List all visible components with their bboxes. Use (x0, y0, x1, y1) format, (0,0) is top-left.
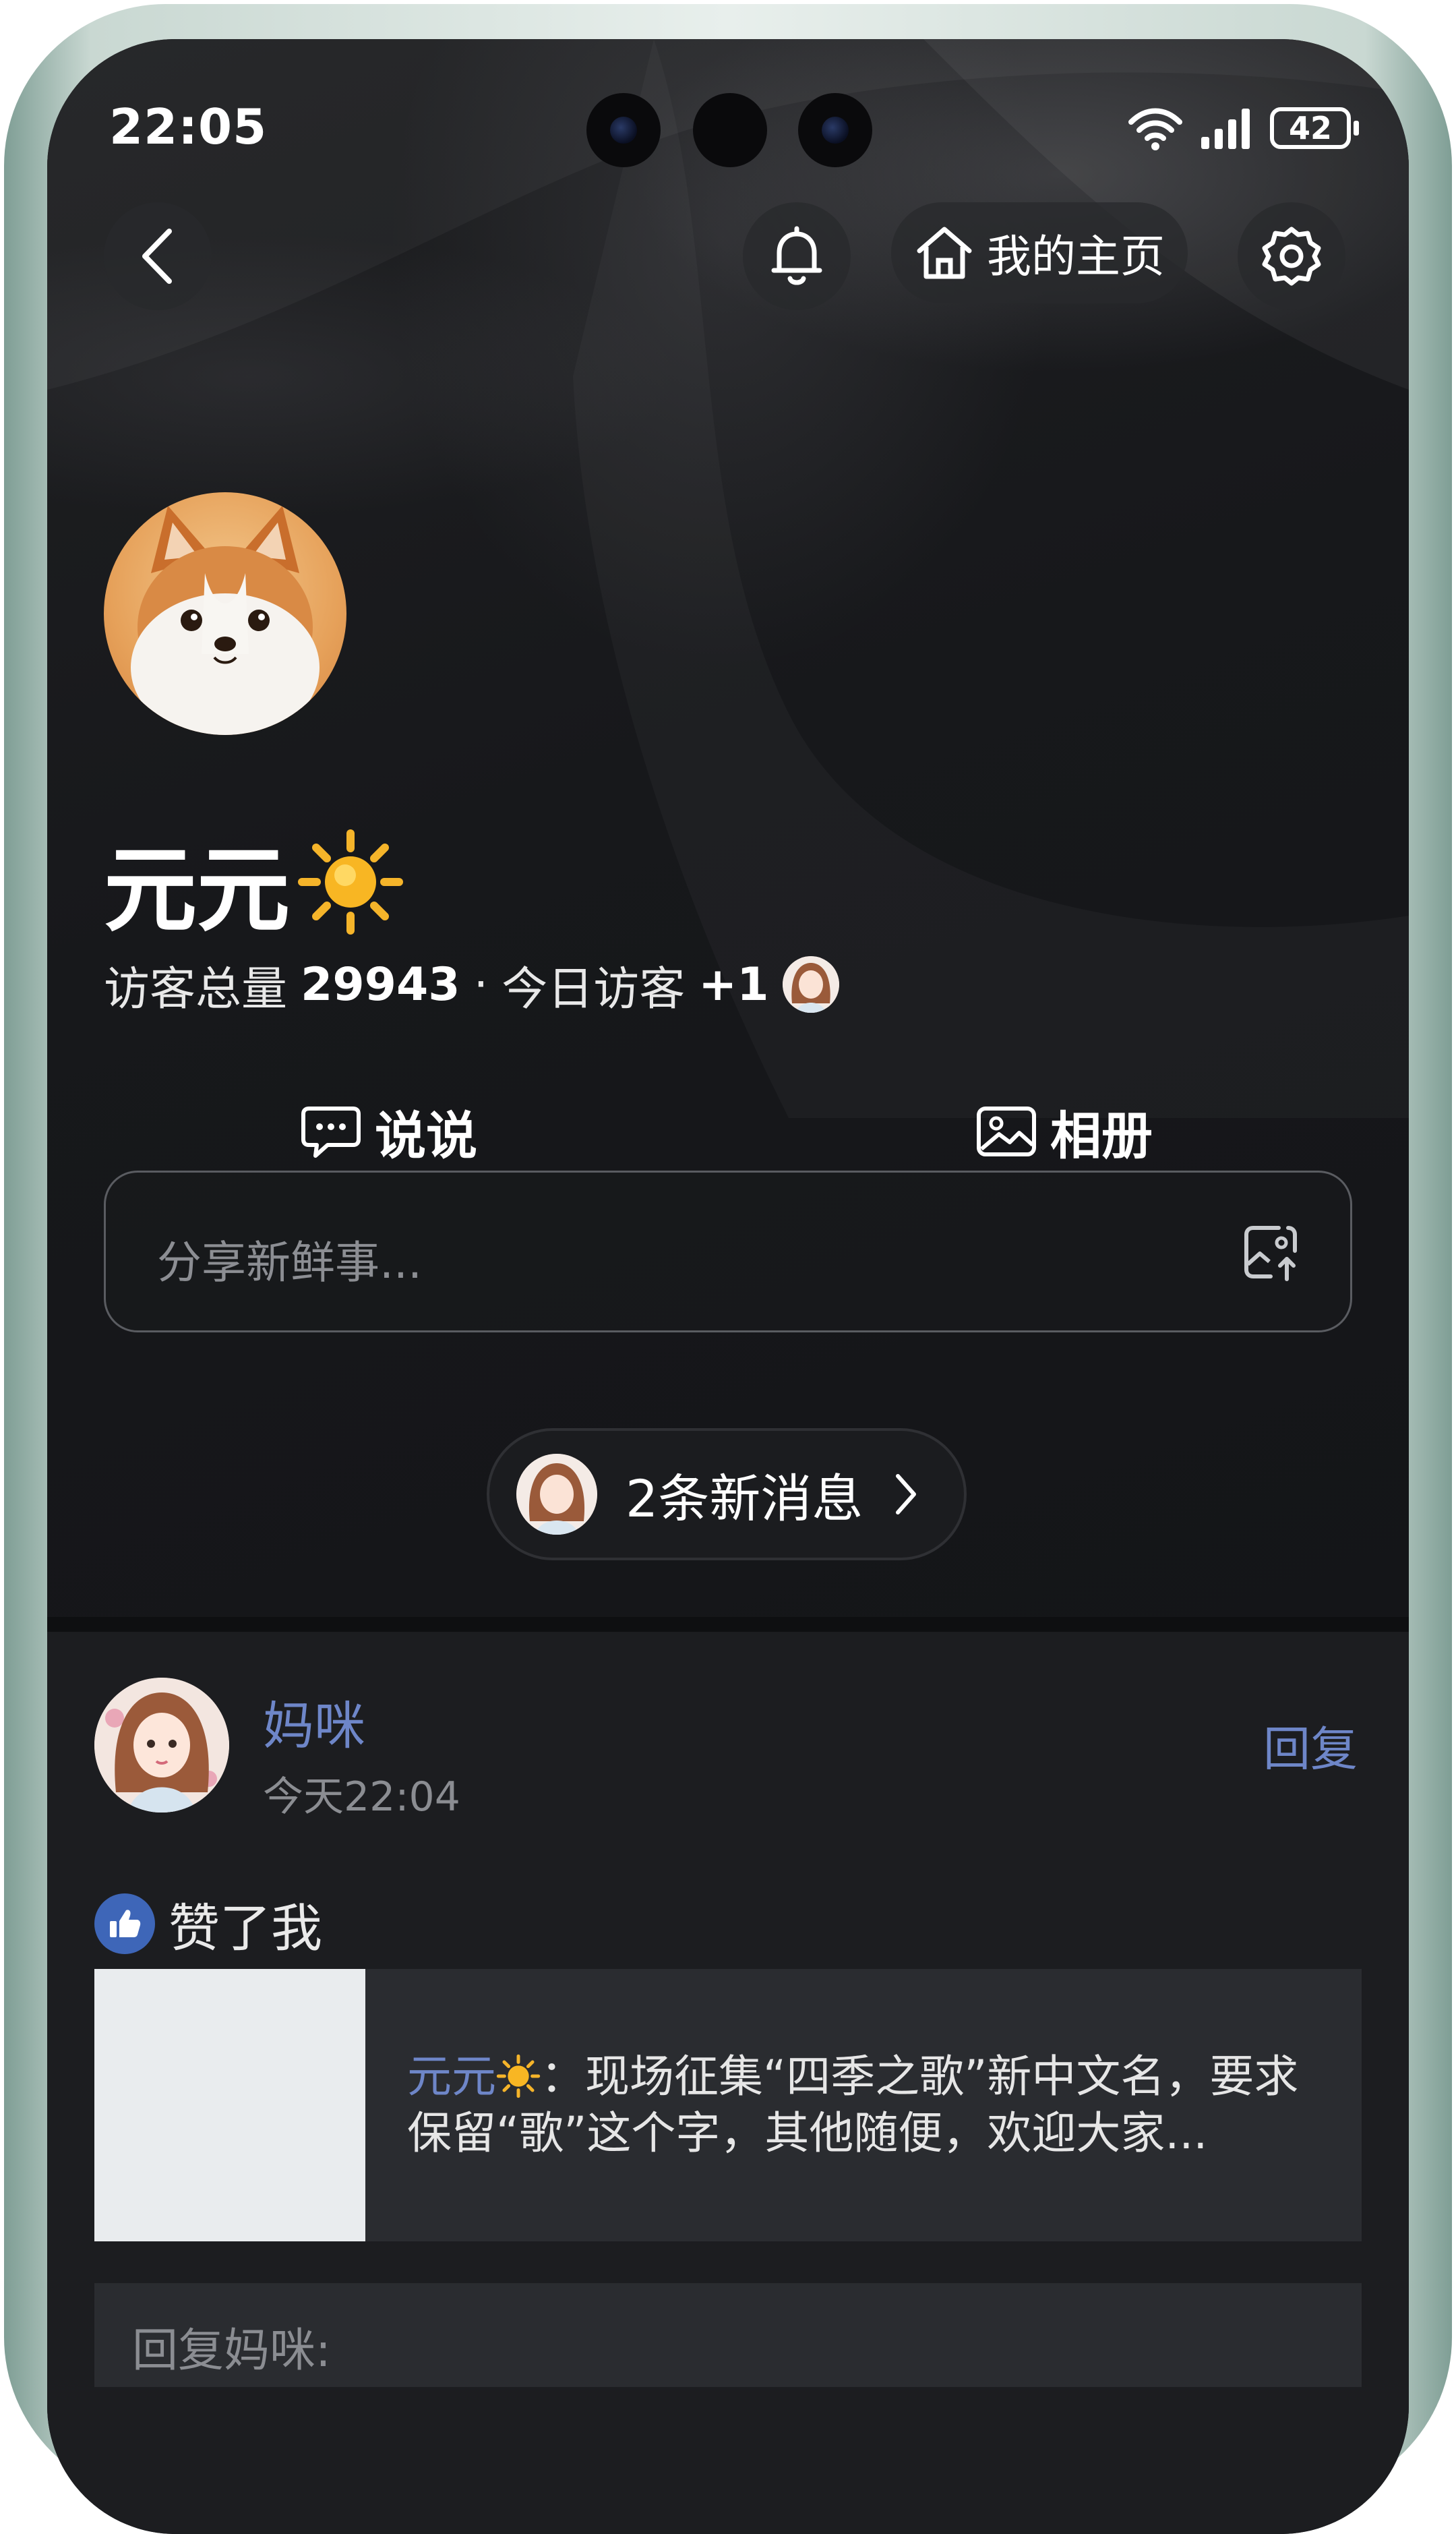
settings-button[interactable] (1238, 202, 1345, 310)
girl-avatar-image (516, 1454, 597, 1535)
chevron-left-icon (142, 229, 172, 284)
phone-frame: 22:05 42 我的主页 元元 访客总量 29943 · 今日访客 +1 说说… (0, 0, 1456, 2534)
chevron-right-icon (896, 1474, 917, 1514)
profile-name: 元元 (104, 815, 404, 949)
tab-posts[interactable]: 说说 (301, 1091, 477, 1172)
my-homepage-label: 我的主页 (987, 231, 1165, 283)
reply-input[interactable]: 回复妈咪: (94, 2283, 1362, 2387)
reply-input-placeholder: 回复妈咪: (132, 2324, 331, 2378)
visitor-stats[interactable]: 访客总量 29943 · 今日访客 +1 (104, 951, 839, 1018)
visitors-total-count: 29943 (301, 957, 460, 1011)
girl-avatar-image (782, 956, 839, 1013)
back-button[interactable] (104, 202, 212, 310)
tab-album[interactable]: 相册 (976, 1091, 1153, 1172)
quoted-post[interactable]: 元元 ：现场征集“四季之歌”新中文名，要求保留“歌”这个字，其他随便，欢迎大家..… (94, 1969, 1362, 2241)
my-homepage-button[interactable]: 我的主页 (891, 202, 1188, 303)
status-time: 22:05 (109, 98, 268, 155)
profile-name-text: 元元 (104, 836, 291, 945)
status-icons: 42 (1127, 101, 1359, 155)
corgi-avatar-image (131, 506, 320, 735)
gear-icon (1262, 227, 1321, 286)
girl-avatar-image (94, 1678, 229, 1813)
camera-lens (586, 93, 661, 167)
reply-button[interactable]: 回复 (1263, 1711, 1358, 1779)
camera-sensor (693, 93, 767, 167)
tab-album-label: 相册 (1050, 1106, 1153, 1166)
visitors-total-label: 访客总量 (104, 962, 288, 1016)
visitors-today-count: +1 (698, 957, 769, 1011)
bell-icon (771, 226, 822, 285)
signal-icon (1201, 109, 1250, 149)
like-activity: 赞了我 (94, 1887, 322, 1961)
quoted-post-colon: ： (541, 2051, 585, 2102)
visitor-separator: · (473, 957, 489, 1011)
feed-user-avatar[interactable] (94, 1678, 229, 1813)
sun-emoji-icon (496, 2054, 541, 2098)
thumbs-up-icon (94, 1893, 155, 1954)
new-messages-label: 2条新消息 (626, 1469, 863, 1529)
home-icon (917, 227, 972, 279)
notification-button[interactable] (743, 202, 851, 310)
tab-posts-label: 说说 (375, 1106, 477, 1166)
composer-placeholder: 分享新鲜事... (157, 1237, 422, 1289)
feed-timestamp: 今天22:04 (263, 1773, 460, 1821)
sun-emoji-icon (298, 829, 404, 935)
quoted-post-thumbnail (94, 1969, 365, 2241)
profile-avatar[interactable] (104, 492, 346, 735)
new-messages-button[interactable]: 2条新消息 (487, 1428, 967, 1560)
visitor-avatar[interactable] (782, 956, 839, 1013)
image-upload-icon[interactable] (1240, 1221, 1302, 1283)
photo-icon (977, 1107, 1036, 1156)
battery-indicator: 42 (1270, 107, 1359, 149)
message-sender-avatar (516, 1454, 597, 1535)
share-composer[interactable]: 分享新鲜事... (104, 1171, 1352, 1332)
section-divider (47, 1617, 1409, 1632)
like-activity-text: 赞了我 (169, 1898, 322, 1958)
wifi-icon (1128, 108, 1182, 150)
visitors-today-label: 今日访客 (502, 962, 686, 1016)
chat-bubble-icon (301, 1107, 361, 1158)
app-screen: 22:05 42 我的主页 元元 访客总量 29943 · 今日访客 +1 说说… (47, 39, 1409, 2534)
camera-lens (798, 93, 872, 167)
quoted-post-author[interactable]: 元元 (407, 2051, 496, 2102)
quoted-post-text: 元元 ：现场征集“四季之歌”新中文名，要求保留“歌”这个字，其他随便，欢迎大家..… (407, 2049, 1324, 2162)
feed-user-name[interactable]: 妈咪 (263, 1684, 365, 1759)
